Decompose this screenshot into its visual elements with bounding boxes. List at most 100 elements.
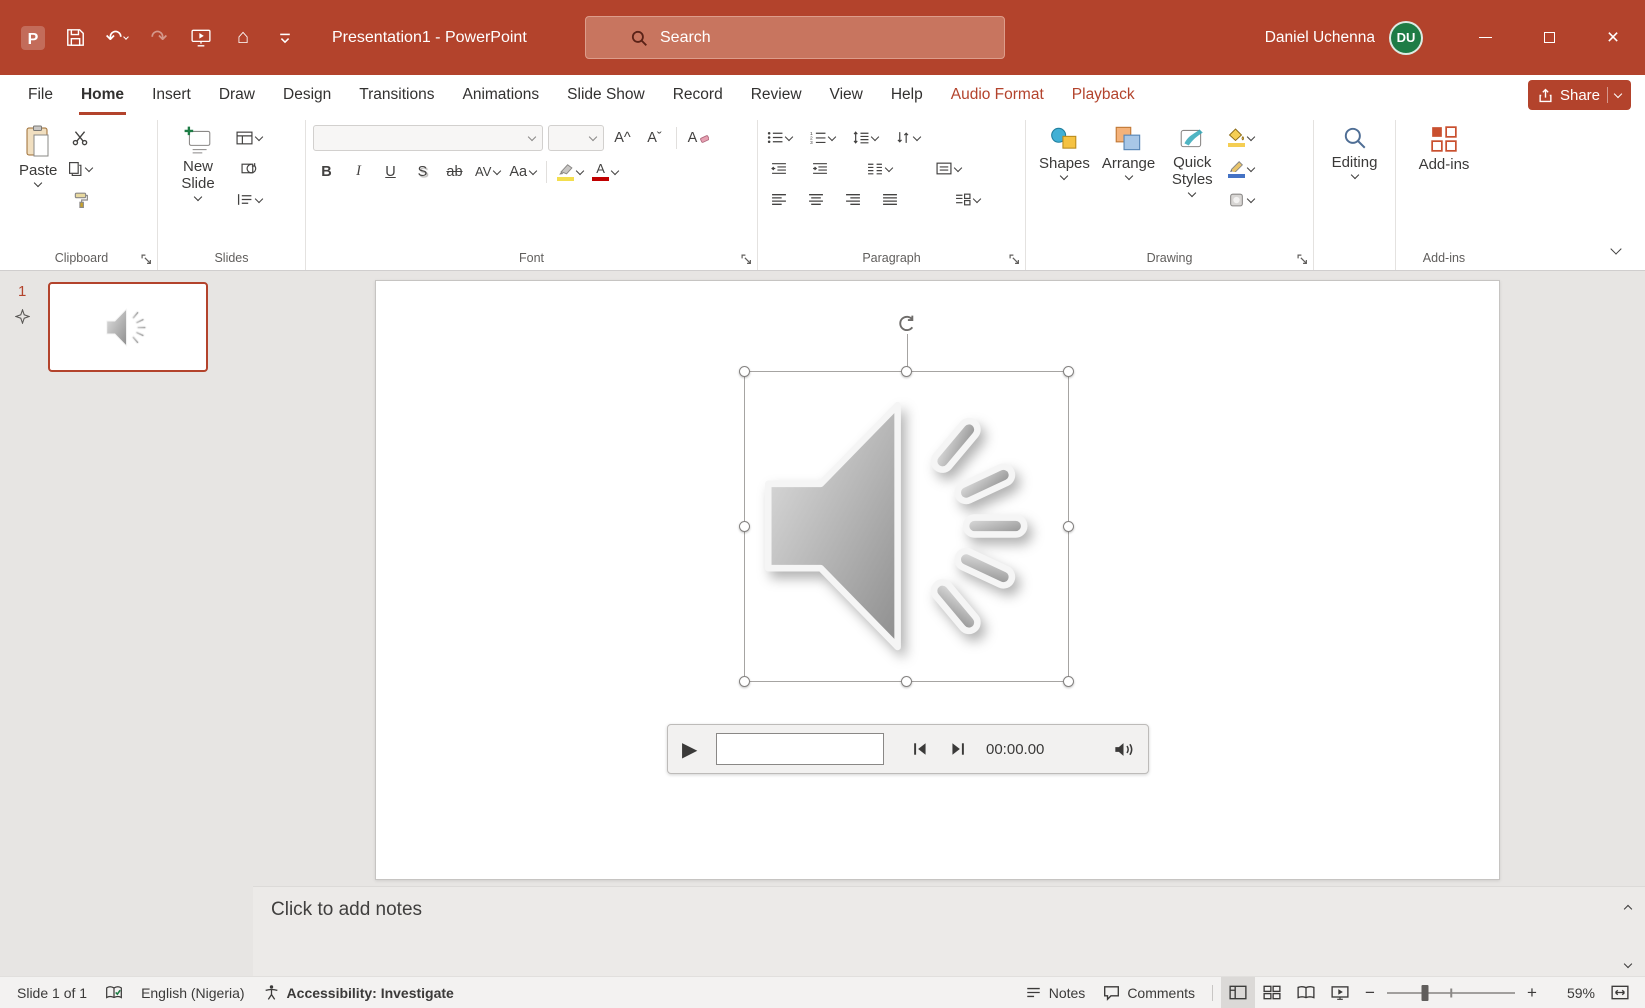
slide-layout-button[interactable]: [234, 125, 264, 150]
bullets-button[interactable]: [765, 125, 794, 150]
tab-insert[interactable]: Insert: [138, 75, 205, 115]
fit-slide-to-window-button[interactable]: [1603, 977, 1637, 1008]
user-name[interactable]: Daniel Uchenna: [1265, 29, 1375, 47]
convert-to-smartart-button[interactable]: [953, 187, 982, 212]
resize-handle-bottom-right[interactable]: [1063, 676, 1074, 687]
arrange-button[interactable]: Arrange: [1096, 122, 1161, 182]
save-button[interactable]: [54, 15, 96, 61]
shapes-button[interactable]: Shapes: [1033, 122, 1096, 182]
powerpoint-logo-icon[interactable]: P: [12, 15, 54, 61]
character-spacing-button[interactable]: AV: [473, 159, 502, 184]
align-right-button[interactable]: [839, 187, 866, 212]
zoom-out-button[interactable]: −: [1357, 977, 1383, 1008]
underline-button[interactable]: U: [377, 159, 404, 184]
search-box[interactable]: Search: [585, 16, 1005, 59]
resize-handle-bottom-left[interactable]: [739, 676, 750, 687]
paragraph-dialog-launcher[interactable]: [1009, 254, 1020, 265]
resize-handle-top-left[interactable]: [739, 366, 750, 377]
share-button[interactable]: Share: [1528, 80, 1631, 110]
zoom-slider[interactable]: [1387, 977, 1515, 1008]
tab-draw[interactable]: Draw: [205, 75, 269, 115]
shape-fill-button[interactable]: [1226, 125, 1256, 150]
tab-view[interactable]: View: [816, 75, 877, 115]
increase-indent-button[interactable]: [806, 156, 833, 181]
resize-handle-top-center[interactable]: [901, 366, 912, 377]
tab-playback[interactable]: Playback: [1058, 75, 1149, 115]
align-center-button[interactable]: [802, 187, 829, 212]
slideshow-view-button[interactable]: [1323, 977, 1357, 1008]
tab-transitions[interactable]: Transitions: [345, 75, 448, 115]
language-button[interactable]: English (Nigeria): [132, 977, 253, 1008]
change-case-button[interactable]: Aa: [507, 159, 538, 184]
new-slide-button[interactable]: New Slide: [165, 122, 231, 203]
font-size-combo[interactable]: [548, 125, 604, 151]
normal-view-button[interactable]: [1221, 977, 1255, 1008]
tab-record[interactable]: Record: [659, 75, 737, 115]
tab-file[interactable]: File: [14, 75, 67, 115]
tab-review[interactable]: Review: [737, 75, 816, 115]
tab-audio-format[interactable]: Audio Format: [937, 75, 1058, 115]
increase-font-size-button[interactable]: A^: [609, 126, 636, 151]
slide-sorter-view-button[interactable]: [1255, 977, 1289, 1008]
italic-button[interactable]: I: [345, 159, 372, 184]
decrease-indent-button[interactable]: [765, 156, 792, 181]
cut-button[interactable]: [66, 125, 94, 150]
reset-slide-button[interactable]: [234, 156, 264, 181]
drawing-dialog-launcher[interactable]: [1297, 254, 1308, 265]
text-highlight-color-button[interactable]: [555, 159, 585, 184]
move-back-button[interactable]: [906, 742, 936, 756]
close-button[interactable]: ×: [1581, 0, 1645, 75]
notes-toggle-button[interactable]: Notes: [1016, 977, 1095, 1008]
copy-button[interactable]: [66, 156, 94, 181]
font-name-combo[interactable]: [313, 125, 543, 151]
clipboard-dialog-launcher[interactable]: [141, 254, 152, 265]
maximize-button[interactable]: [1517, 0, 1581, 75]
rotation-handle[interactable]: [897, 314, 917, 339]
resize-handle-bottom-center[interactable]: [901, 676, 912, 687]
clear-formatting-button[interactable]: A: [685, 126, 712, 151]
text-shadow-button[interactable]: S: [409, 159, 436, 184]
font-color-button[interactable]: A: [590, 159, 620, 184]
strikethrough-button[interactable]: ab: [441, 159, 468, 184]
move-forward-button[interactable]: [942, 742, 972, 756]
start-slideshow-button[interactable]: [180, 15, 222, 61]
section-button[interactable]: [234, 187, 264, 212]
text-direction-button[interactable]: [894, 125, 922, 150]
mute-button[interactable]: [1113, 741, 1134, 758]
tab-animations[interactable]: Animations: [448, 75, 553, 115]
comments-button[interactable]: Comments: [1094, 977, 1204, 1008]
slide-thumbnail[interactable]: [48, 282, 208, 372]
resize-handle-middle-left[interactable]: [739, 521, 750, 532]
minimize-button[interactable]: [1453, 0, 1517, 75]
resize-handle-top-right[interactable]: [1063, 366, 1074, 377]
zoom-thumb[interactable]: [1422, 985, 1429, 1001]
notes-placeholder[interactable]: Click to add notes: [271, 899, 422, 920]
align-left-button[interactable]: [765, 187, 792, 212]
zoom-in-button[interactable]: +: [1519, 977, 1545, 1008]
tab-help[interactable]: Help: [877, 75, 937, 115]
collapse-ribbon-button[interactable]: [1602, 237, 1629, 262]
undo-button[interactable]: ↶: [96, 15, 138, 61]
line-spacing-button[interactable]: [851, 125, 880, 150]
editing-button[interactable]: Editing: [1326, 122, 1384, 181]
zoom-level[interactable]: 59%: [1549, 985, 1595, 1001]
reading-view-button[interactable]: [1289, 977, 1323, 1008]
tab-design[interactable]: Design: [269, 75, 345, 115]
columns-button[interactable]: [865, 156, 894, 181]
audio-selection-box[interactable]: [744, 371, 1069, 682]
slide-canvas[interactable]: ▶ 00:00.00: [375, 280, 1500, 880]
bold-button[interactable]: B: [313, 159, 340, 184]
addins-button[interactable]: Add-ins: [1413, 122, 1476, 176]
resize-handle-middle-right[interactable]: [1063, 521, 1074, 532]
tab-slide-show[interactable]: Slide Show: [553, 75, 659, 115]
audio-progress-bar[interactable]: [716, 733, 884, 765]
align-text-button[interactable]: [934, 156, 963, 181]
home-quick-access-button[interactable]: ⌂: [222, 15, 264, 61]
shape-effects-button[interactable]: [1226, 187, 1256, 212]
customize-quick-access-button[interactable]: [264, 15, 306, 61]
play-button[interactable]: ▶: [682, 737, 712, 762]
numbering-button[interactable]: 123: [808, 125, 837, 150]
audio-speaker-image[interactable]: [757, 387, 1057, 665]
notes-pane[interactable]: Click to add notes: [253, 886, 1645, 976]
spell-check-button[interactable]: [96, 977, 132, 1008]
